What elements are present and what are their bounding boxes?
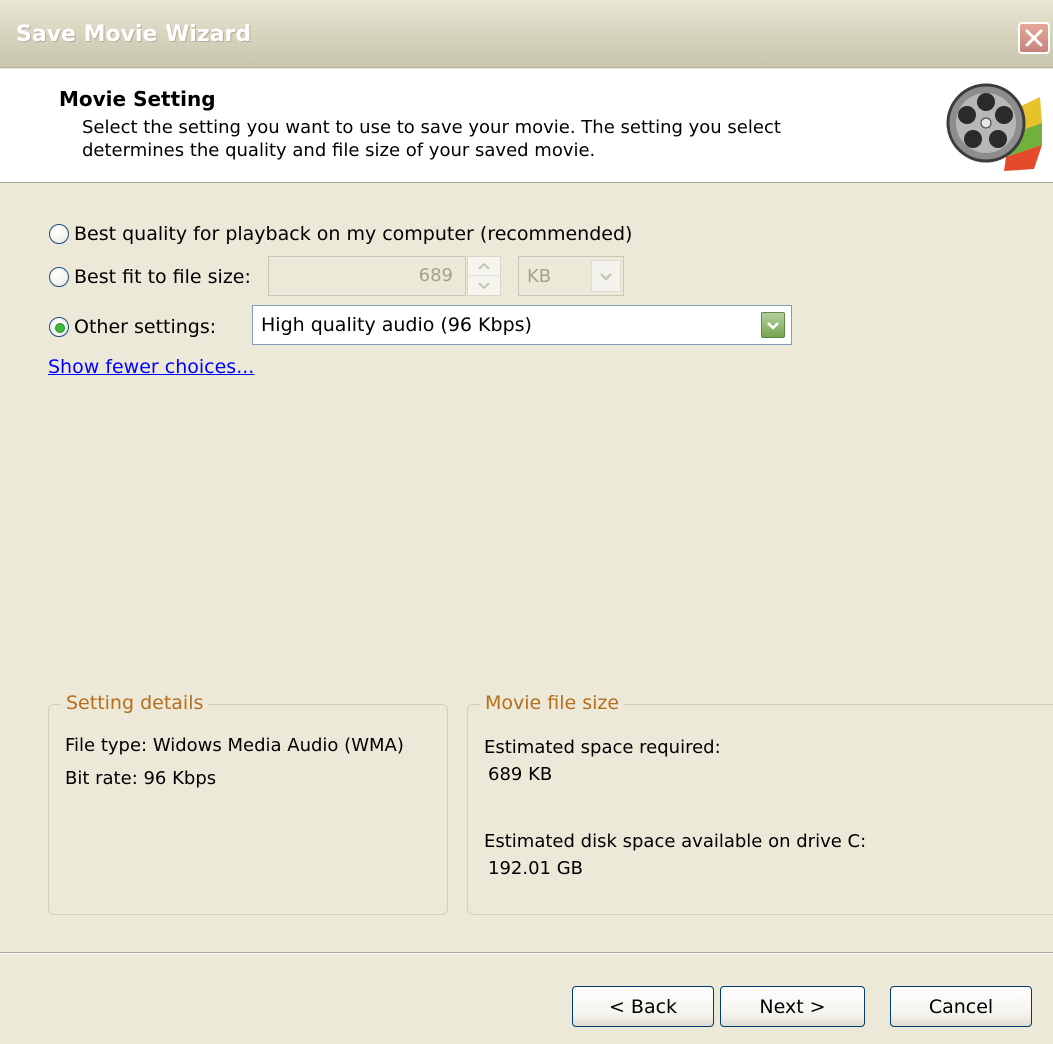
spin-down-button[interactable] [468, 276, 500, 295]
option-best-quality[interactable]: Best quality for playback on my computer… [49, 223, 632, 245]
setting-details-group: Setting details File type: Widows Media … [48, 692, 448, 915]
header-description: Select the setting you want to use to sa… [82, 117, 781, 161]
close-button[interactable] [1018, 22, 1050, 54]
bit-rate-text: Bit rate: 96 Kbps [65, 768, 217, 789]
window-title: Save Movie Wizard [16, 22, 252, 47]
setting-details-legend: Setting details [61, 692, 209, 714]
best-quality-radio[interactable] [49, 224, 69, 244]
chevron-down-icon [767, 321, 779, 330]
cancel-button[interactable]: Cancel [890, 986, 1032, 1027]
unit-select-value: KB [527, 266, 552, 287]
movie-reel-icon [946, 83, 1042, 171]
disk-space-value: 192.01 GB [488, 858, 584, 879]
unit-dropdown-button[interactable] [591, 260, 621, 292]
chevron-up-icon [478, 262, 490, 270]
estimated-space-label: Estimated space required: [484, 737, 721, 758]
wizard-header: Movie Setting Select the setting you wan… [0, 69, 1053, 183]
best-fit-radio[interactable] [49, 267, 69, 287]
next-button[interactable]: Next > [720, 986, 865, 1027]
chevron-down-icon [600, 272, 612, 281]
other-settings-select[interactable]: High quality audio (96 Kbps) [252, 305, 792, 345]
option-best-fit[interactable]: Best fit to file size: [49, 266, 251, 288]
title-bar: Save Movie Wizard [0, 0, 1053, 68]
movie-file-size-legend: Movie file size [480, 692, 625, 714]
movie-file-size-group: Movie file size Estimated space required… [467, 692, 1053, 915]
show-fewer-choices-link[interactable]: Show fewer choices... [48, 356, 254, 378]
settings-dropdown-button[interactable] [761, 312, 785, 338]
estimated-space-value: 689 KB [488, 764, 553, 785]
other-settings-select-value: High quality audio (96 Kbps) [261, 314, 532, 336]
file-size-unit-select[interactable]: KB [518, 256, 624, 296]
close-icon [1025, 29, 1043, 47]
back-button[interactable]: < Back [572, 986, 714, 1027]
other-settings-radio[interactable] [49, 317, 69, 337]
file-type-text: File type: Widows Media Audio (WMA) [65, 735, 404, 756]
header-title: Movie Setting [59, 87, 216, 111]
disk-space-label: Estimated disk space available on drive … [484, 831, 867, 852]
save-movie-wizard-window: Save Movie Wizard Movie Setting Select t… [0, 0, 1053, 1044]
file-size-input[interactable]: 689 [268, 256, 466, 296]
file-size-spinner[interactable] [467, 256, 501, 296]
spin-up-button[interactable] [468, 257, 500, 276]
footer-separator [0, 952, 1053, 954]
chevron-down-icon [478, 281, 490, 289]
best-quality-label: Best quality for playback on my computer… [74, 223, 633, 245]
option-other-settings[interactable]: Other settings: [49, 316, 216, 338]
other-settings-label: Other settings: [74, 316, 217, 338]
best-fit-label: Best fit to file size: [74, 266, 251, 288]
